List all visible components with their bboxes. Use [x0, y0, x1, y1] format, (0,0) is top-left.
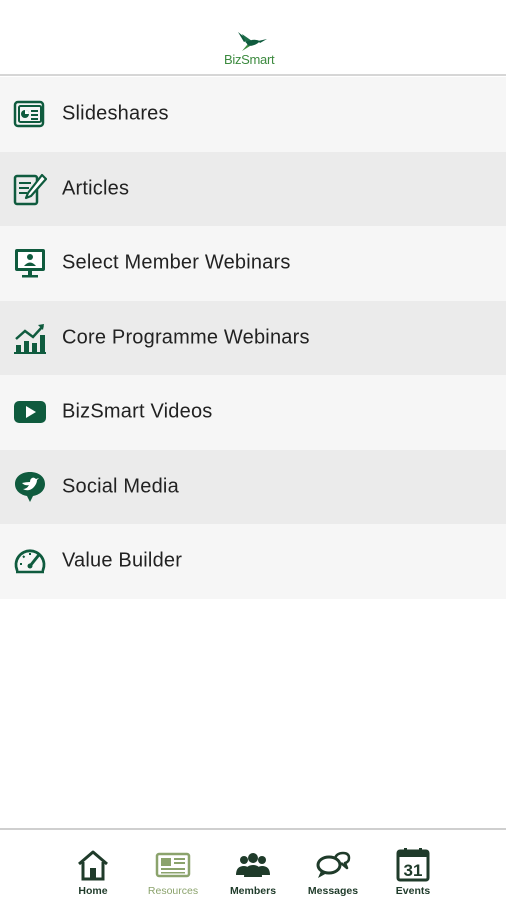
members-group-icon — [235, 848, 271, 882]
menu-item-slideshares[interactable]: Slideshares — [0, 77, 506, 152]
bizsmart-logo[interactable]: BizSmart — [222, 30, 286, 70]
newspaper-icon — [155, 848, 191, 882]
menu-item-bizsmart-videos[interactable]: BizSmart Videos — [0, 375, 506, 450]
hummingbird-logo-icon — [238, 32, 267, 51]
tab-members[interactable]: Members — [213, 830, 293, 900]
speedometer-icon — [13, 544, 47, 578]
menu-item-label: Social Media — [62, 475, 179, 498]
app-header: BizSmart — [0, 0, 506, 76]
home-icon — [75, 848, 111, 882]
tab-label: Messages — [307, 885, 359, 897]
tab-messages[interactable]: Messages — [293, 830, 373, 900]
menu-item-label: Articles — [62, 177, 130, 200]
tab-label: Home — [78, 885, 108, 897]
tab-label: Events — [395, 885, 431, 897]
calendar-day-number: 31 — [404, 861, 423, 880]
tab-label: Resources — [147, 885, 199, 897]
menu-item-select-member-webinars[interactable]: Select Member Webinars — [0, 226, 506, 301]
menu-item-label: Core Programme Webinars — [62, 326, 310, 349]
menu-item-label: Select Member Webinars — [62, 251, 291, 274]
resources-menu: Slideshares Articles Select Member Webin… — [0, 77, 506, 599]
chat-bubbles-icon — [315, 848, 351, 882]
slideshow-icon — [13, 97, 47, 131]
tab-home[interactable]: Home — [53, 830, 133, 900]
video-play-icon — [13, 395, 47, 429]
menu-item-value-builder[interactable]: Value Builder — [0, 524, 506, 599]
bottom-tab-bar: Home Resources Members Messages 31 Event… — [0, 828, 506, 900]
menu-item-core-programme-webinars[interactable]: Core Programme Webinars — [0, 300, 506, 375]
app-screen: BizSmart Slideshares Articles Select Mem… — [0, 0, 506, 900]
article-edit-icon — [13, 172, 47, 206]
tab-label: Members — [229, 885, 277, 897]
menu-item-label: Slideshares — [62, 102, 169, 125]
menu-item-articles[interactable]: Articles — [0, 151, 506, 226]
menu-item-label: BizSmart Videos — [62, 400, 213, 423]
tab-resources[interactable]: Resources — [133, 830, 213, 900]
calendar-icon: 31 — [395, 848, 431, 882]
presentation-screen-icon — [13, 246, 47, 280]
social-bird-icon — [13, 470, 47, 504]
logo-wordmark: BizSmart — [224, 52, 275, 67]
tab-events[interactable]: 31 Events — [373, 830, 453, 900]
menu-item-label: Value Builder — [62, 549, 183, 572]
menu-item-social-media[interactable]: Social Media — [0, 449, 506, 524]
growth-chart-icon — [13, 321, 47, 355]
